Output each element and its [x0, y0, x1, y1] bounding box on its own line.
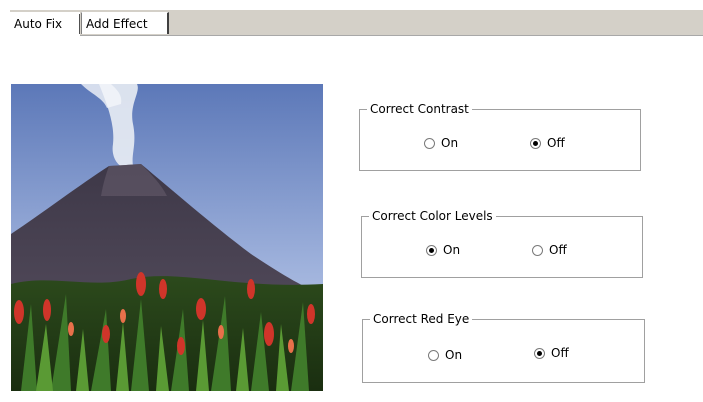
radio-red-eye-off[interactable]: Off: [534, 346, 569, 360]
radio-contrast-off[interactable]: Off: [530, 136, 565, 150]
radio-checked-icon: [426, 244, 437, 256]
group-title-correct-red-eye: Correct Red Eye: [370, 312, 473, 327]
group-correct-red-eye: Correct Red Eye On Off: [362, 312, 645, 383]
group-title-correct-color-levels: Correct Color Levels: [369, 209, 496, 224]
group-correct-contrast: Correct Contrast On Off: [359, 102, 641, 171]
radio-label: On: [443, 243, 461, 257]
radio-checked-icon: [530, 137, 541, 149]
radio-label: Off: [551, 346, 569, 360]
radio-color-levels-on[interactable]: On: [426, 243, 460, 257]
radio-red-eye-on[interactable]: On: [428, 348, 462, 362]
radio-color-levels-off[interactable]: Off: [532, 243, 567, 257]
photo-preview: [11, 84, 323, 391]
tab-auto-fix[interactable]: Auto Fix: [10, 12, 80, 36]
group-correct-color-levels: Correct Color Levels On Off: [361, 209, 643, 278]
radio-label: Off: [547, 136, 565, 150]
radio-label: Off: [549, 243, 567, 257]
radio-label: On: [441, 136, 459, 150]
tab-separator: [79, 14, 80, 34]
volcano-image: [11, 84, 323, 391]
radio-circle-icon: [532, 244, 543, 256]
radio-circle-icon: [428, 349, 439, 361]
radio-contrast-on[interactable]: On: [424, 136, 458, 150]
tab-strip: Auto Fix Add Effect: [10, 10, 703, 36]
radio-circle-icon: [424, 137, 435, 149]
radio-checked-icon: [534, 347, 545, 359]
radio-label: On: [445, 348, 463, 362]
group-title-correct-contrast: Correct Contrast: [367, 102, 472, 117]
tab-add-effect[interactable]: Add Effect: [81, 12, 169, 34]
